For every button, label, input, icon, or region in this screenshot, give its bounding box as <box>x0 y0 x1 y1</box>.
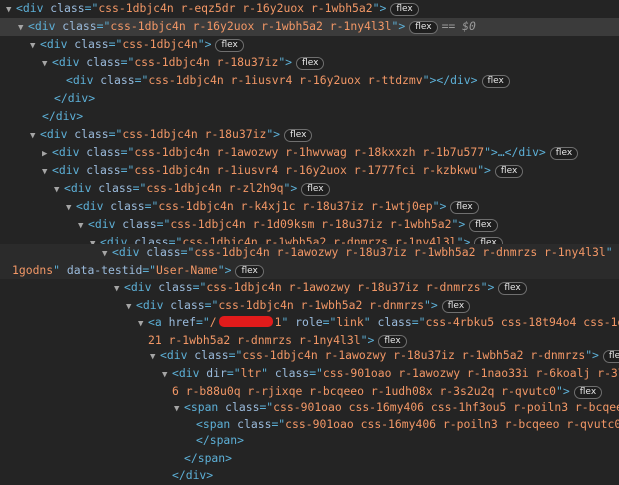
dom-node-row-link[interactable]: ▼ <a href="/1" role="link" class="css-4rb… <box>0 314 619 349</box>
dom-close-tag[interactable]: </div> <box>0 90 619 108</box>
dom-node-row[interactable]: ▼ <div class="css-1dbjc4n r-k4xj1c r-18u3… <box>0 198 619 216</box>
flex-badge[interactable]: flex <box>284 129 313 142</box>
flex-badge[interactable]: flex <box>235 264 264 278</box>
expand-arrow-icon[interactable]: ▼ <box>18 20 28 36</box>
expand-arrow-icon[interactable]: ▼ <box>102 246 112 262</box>
expand-arrow-icon[interactable]: ▼ <box>66 200 76 216</box>
flex-badge[interactable]: flex <box>494 165 524 178</box>
flex-badge[interactable]: flex <box>549 147 579 160</box>
dom-node-row[interactable]: ▼ <div class="css-1dbjc4n r-1awozwy r-18u… <box>0 279 619 297</box>
expand-arrow-icon[interactable]: ▼ <box>126 299 136 315</box>
expand-arrow-icon[interactable]: ▼ <box>174 401 184 417</box>
dom-node-row[interactable]: ▼ <div class="css-1dbjc4n r-zl2h9q"> flex <box>0 180 619 198</box>
expand-arrow-icon[interactable]: ▼ <box>162 367 172 383</box>
dom-node-row[interactable]: ▼ <div class="css-1dbjc4n r-1iusvr4 r-16y… <box>0 162 619 180</box>
dom-node-row[interactable]: ▼ <div class="css-1dbjc4n r-1d09ksm r-18u… <box>0 216 619 234</box>
expand-arrow-icon[interactable]: ▼ <box>42 56 52 72</box>
flex-badge[interactable]: flex <box>602 350 619 363</box>
flex-badge[interactable]: flex <box>469 219 498 232</box>
console-ref: == $0 <box>441 19 476 33</box>
flex-badge[interactable]: flex <box>450 201 479 214</box>
dom-node-row[interactable]: ▼ <div class="css-1dbjc4n r-1awozwy r-18u… <box>0 347 619 365</box>
flex-badge[interactable]: flex <box>409 21 438 34</box>
dom-node-row[interactable]: <div class="css-1dbjc4n r-1iusvr4 r-16y2… <box>0 72 619 90</box>
flex-badge[interactable]: flex <box>215 39 244 52</box>
expand-arrow-icon[interactable]: ▼ <box>114 281 124 297</box>
flex-badge[interactable]: flex <box>301 183 330 196</box>
expand-arrow-icon[interactable]: ▼ <box>150 349 160 365</box>
dom-close-tag[interactable]: </span> <box>0 432 619 450</box>
dom-node-row-collapsed[interactable]: ▶ <div class="css-1dbjc4n r-1awozwy r-1hw… <box>0 144 619 162</box>
flex-badge[interactable]: flex <box>573 385 603 399</box>
expand-arrow-icon[interactable]: ▼ <box>42 164 52 180</box>
dom-node-row-selected[interactable]: ▼ <div class="css-1dbjc4n r-16y2uox r-1wb… <box>0 18 619 36</box>
dom-node-row[interactable]: ▼ <div class="css-1dbjc4n"> flex <box>0 36 619 54</box>
flex-badge[interactable]: flex <box>498 282 527 295</box>
collapsed-arrow-icon[interactable]: ▶ <box>42 146 52 162</box>
expand-arrow-icon[interactable]: ▼ <box>54 182 64 198</box>
expand-arrow-icon[interactable]: ▼ <box>30 128 40 144</box>
dom-node-row[interactable]: ▼ <div class="css-1dbjc4n r-18u37iz"> flex <box>0 54 619 72</box>
dom-close-tag[interactable]: </span> <box>0 450 619 468</box>
flex-badge[interactable]: flex <box>441 300 471 313</box>
dom-node-row[interactable]: ▼ <div class="css-1dbjc4n r-18u37iz"> flex <box>0 126 619 144</box>
dom-node-row[interactable]: ▼<div class="css-1dbjc4n r-1wbh5a2 r-dnm… <box>0 297 619 315</box>
redacted-username-mark <box>218 316 273 327</box>
flex-badge[interactable]: flex <box>390 3 419 16</box>
flex-badge[interactable]: flex <box>296 57 325 70</box>
expand-arrow-icon[interactable]: ▼ <box>78 218 88 234</box>
flex-badge[interactable]: flex <box>481 75 510 88</box>
dom-node-row[interactable]: ▼ <span class="css-901oao css-16my406 css… <box>0 399 619 417</box>
expand-arrow-icon[interactable]: ▼ <box>6 2 16 18</box>
dom-node-row-user-name[interactable]: ▼ <div class="css-1dbjc4n r-1awozwy r-18u… <box>0 244 619 279</box>
dom-node-row[interactable]: ▼ <div class="css-1dbjc4n r-eqz5dr r-16y2… <box>0 0 619 18</box>
flex-badge[interactable]: flex <box>378 334 407 348</box>
expand-arrow-icon[interactable]: ▼ <box>138 316 148 332</box>
expand-arrow-icon[interactable]: ▼ <box>30 38 40 54</box>
dom-close-tag[interactable]: </div> <box>0 108 619 126</box>
dom-node-row[interactable]: ▼ <div dir="ltr" class="css-901oao r-1awo… <box>0 365 619 400</box>
dom-node-row[interactable]: <span class="css-901oao css-16my406 r-po… <box>0 416 619 434</box>
